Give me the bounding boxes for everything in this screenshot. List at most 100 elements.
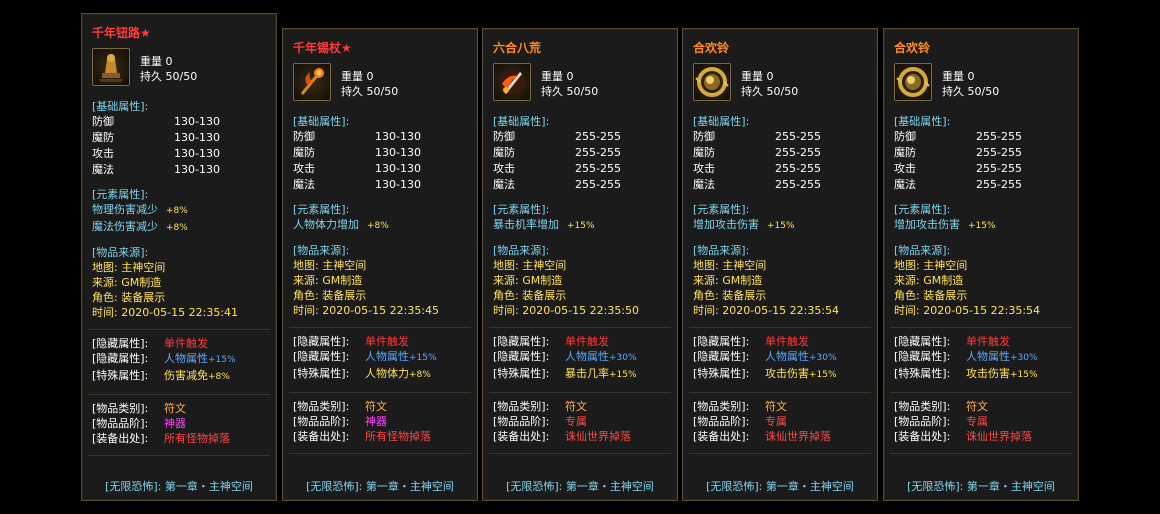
element-name: 魔法伤害减少 [92,220,158,233]
source-origin: 来源: GM制造 [693,273,877,288]
special-percent: +15% [609,370,637,380]
base-attributes: [基础属性]: 防御 255-255 魔防 255-255 攻击 255-255 魔法 255-… [693,114,877,193]
divider [890,453,1072,454]
drop-value: 诛仙世界掉落 [565,430,631,443]
source-label: 地图: [894,259,920,272]
element-attributes-header: [元素属性]: [693,203,750,216]
element-attributes-header: [元素属性]: [493,203,550,216]
attribute-name: 防御 [693,130,715,143]
item-source: [物品来源]: 地图: 主神空间 来源: GM制造 角色: 装备展示 时间: 2020-… [894,243,1078,318]
hidden2-percent: +15% [409,353,437,363]
item-meta: [物品类别]: 符文 [物品品阶]: 神器 [装备出处]: 所有怪物掉落 [92,401,276,446]
item-basic-stats: 重量 0 持久 50/50 [140,48,197,90]
flame-staff-icon [293,63,331,101]
item-source: [物品来源]: 地图: 主神空间 来源: GM制造 角色: 装备展示 时间: 2020-… [293,243,477,318]
source-value: 装备展示 [322,289,367,302]
source-value: GM制造 [923,274,964,287]
source-label: 时间: [293,304,319,317]
source-origin: 来源: GM制造 [293,273,477,288]
hidden-value: 单件触发 [565,335,609,348]
drop-label: [装备出处]: [92,432,149,445]
attribute-name: 防御 [293,130,315,143]
element-value: +15% [968,221,996,231]
source-value: 2020-05-15 22:35:50 [522,304,640,317]
item-meta: [物品类别]: 符文 [物品品阶]: 神器 [装备出处]: 所有怪物掉落 [293,399,477,444]
divider [689,392,871,393]
footer-tag: [无限恐怖]: [105,480,162,493]
element-value: +8% [367,221,389,231]
source-label: 时间: [92,306,118,319]
hidden-label: [隐藏属性]: [693,335,750,348]
attribute-name: 攻击 [92,147,114,160]
divider [289,327,471,328]
durability-label: 持久 [741,85,763,98]
hidden-attributes: [隐藏属性]: 单件触发 [隐藏属性]: 人物属性+30% [特殊属性]: 攻击伤害+15… [693,334,877,383]
attribute-value: 130-130 [174,115,220,128]
durability-value: 50/50 [766,85,799,98]
source-time: 时间: 2020-05-15 22:35:45 [293,303,477,318]
grade-label: [物品品阶]: [894,415,951,428]
item-basic-stats: 重量 0 持久 50/50 [741,63,798,105]
attribute-name: 攻击 [693,162,715,175]
attribute-name: 攻击 [293,162,315,175]
item-title: 六合八荒 [493,41,542,55]
base-attribute-row: 防御 255-255 [693,129,877,145]
element-attribute-row: 物理伤害减少 +8% [92,202,276,219]
special-percent: +8% [409,370,431,380]
item-title: 千年钮路★ [92,26,151,40]
hidden2-percent: +30% [1010,353,1038,363]
attribute-value: 255-255 [775,162,821,175]
weight-value: 0 [366,70,374,83]
special-percent: +15% [809,370,837,380]
element-name: 增加攻击伤害 [693,218,759,231]
source-map: 地图: 主神空间 [493,258,677,273]
item-source-header: [物品来源]: [894,244,951,257]
footer-tag: [无限恐怖]: [306,480,363,493]
base-attribute-row: 攻击 255-255 [493,161,677,177]
attribute-value: 130-130 [375,162,421,175]
base-attributes: [基础属性]: 防御 255-255 魔防 255-255 攻击 255-255 魔法 255-… [493,114,677,193]
attribute-name: 魔法 [293,178,315,191]
attribute-value: 255-255 [976,178,1022,191]
divider [289,392,471,393]
base-attribute-row: 魔法 255-255 [493,177,677,193]
source-role: 角色: 装备展示 [894,288,1078,303]
item-title: 千年锡杖★ [293,41,352,55]
element-name: 暴击机率增加 [493,218,559,231]
source-label: 角色: [92,291,118,304]
durability-label: 持久 [140,70,162,83]
special-value: 攻击伤害 [765,367,809,380]
source-label: 地图: [493,259,519,272]
drop-value: 所有怪物掉落 [365,430,431,443]
source-time: 时间: 2020-05-15 22:35:54 [894,303,1078,318]
base-attribute-row: 魔防 255-255 [693,145,877,161]
special-percent: +8% [208,372,230,382]
source-value: 2020-05-15 22:35:54 [923,304,1041,317]
attribute-value: 255-255 [575,146,621,159]
item-title: 合欢铃 [693,41,730,55]
hidden2-label: [隐藏属性]: [894,350,951,363]
flame-blade-icon [493,63,531,101]
attribute-value: 255-255 [976,146,1022,159]
source-role: 角色: 装备展示 [493,288,677,303]
hidden-label: [隐藏属性]: [92,337,149,350]
hidden-value: 单件触发 [966,335,1010,348]
attribute-name: 防御 [894,130,916,143]
item-header: 重量 0 持久 50/50 [693,63,877,105]
weight-label: 重量 [541,70,563,83]
hidden2-label: [隐藏属性]: [92,352,149,365]
chapter-footer: [无限恐怖]: 第一章・主神空间 [683,478,877,494]
weight-value: 0 [766,70,774,83]
special-value: 人物体力 [365,367,409,380]
element-value: +15% [767,221,795,231]
base-attributes-header: [基础属性]: [293,115,350,128]
item-tooltip-card: 千年钮路★ 重量 0 持久 50/50 [基础属性]: 防御 130-130 魔防 130-1… [81,13,277,501]
base-attribute-row: 魔防 255-255 [493,145,677,161]
attribute-value: 255-255 [775,130,821,143]
element-attributes-header: [元素属性]: [293,203,350,216]
grade-value: 专属 [765,415,787,428]
weight-label: 重量 [341,70,363,83]
hidden-attributes: [隐藏属性]: 单件触发 [隐藏属性]: 人物属性+30% [特殊属性]: 暴击几率+15… [493,334,677,383]
source-role: 角色: 装备展示 [693,288,877,303]
source-value: 2020-05-15 22:35:41 [121,306,239,319]
